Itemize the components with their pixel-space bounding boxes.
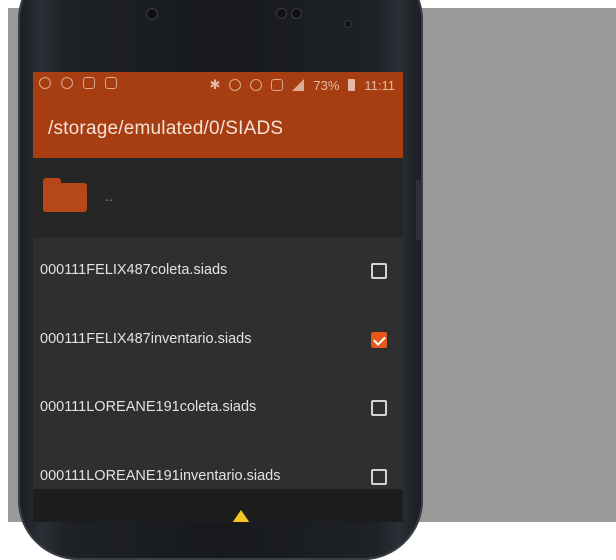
wifi-icon xyxy=(39,77,51,89)
screen: ✱ 73% 11:11 /storage/emulated/0/SIADS ..… xyxy=(33,72,403,522)
current-path-title: /storage/emulated/0/SIADS xyxy=(48,118,284,139)
app-bar: ✱ 73% 11:11 /storage/emulated/0/SIADS xyxy=(33,72,403,158)
file-row[interactable]: 000111LOREANE191coleta.siads xyxy=(33,375,403,444)
file-name: 000111LOREANE191inventario.siads xyxy=(40,467,281,484)
signal-icon xyxy=(292,79,305,91)
file-checkbox[interactable] xyxy=(371,468,387,485)
folder-icon xyxy=(43,178,87,212)
status-bar: ✱ 73% 11:11 xyxy=(33,72,403,98)
file-row[interactable]: 000111FELIX487coleta.siads xyxy=(33,238,403,307)
file-checkbox[interactable] xyxy=(371,263,387,279)
parent-directory-label: .. xyxy=(105,188,113,204)
clock: 11:11 xyxy=(364,77,395,93)
warning-icon[interactable] xyxy=(230,510,252,522)
side-button xyxy=(416,180,422,240)
gallery-icon xyxy=(83,77,95,89)
bottom-bar xyxy=(33,489,403,522)
file-list: 000111FELIX487coleta.siads 000111FELIX48… xyxy=(33,238,403,512)
message-icon xyxy=(105,77,117,89)
notification-led xyxy=(344,20,352,28)
whatsapp-icon xyxy=(61,77,73,89)
wifi-status-icon xyxy=(250,79,263,91)
parent-directory-row[interactable]: .. xyxy=(33,158,403,238)
light-sensor xyxy=(291,8,302,19)
file-name: 000111FELIX487coleta.siads xyxy=(40,262,228,278)
file-checkbox-checked[interactable] xyxy=(371,331,387,348)
proximity-sensor xyxy=(276,8,287,19)
alarm-icon xyxy=(229,79,242,91)
sim-icon xyxy=(271,79,284,91)
file-name: 000111FELIX487inventario.siads xyxy=(40,330,252,347)
battery-icon xyxy=(348,79,356,91)
bluetooth-icon: ✱ xyxy=(209,77,221,92)
battery-percentage: 73% xyxy=(313,77,340,93)
file-checkbox[interactable] xyxy=(371,400,387,416)
file-name: 000111LOREANE191coleta.siads xyxy=(40,399,257,415)
front-camera xyxy=(146,8,158,20)
file-row[interactable]: 000111FELIX487inventario.siads xyxy=(33,307,403,376)
